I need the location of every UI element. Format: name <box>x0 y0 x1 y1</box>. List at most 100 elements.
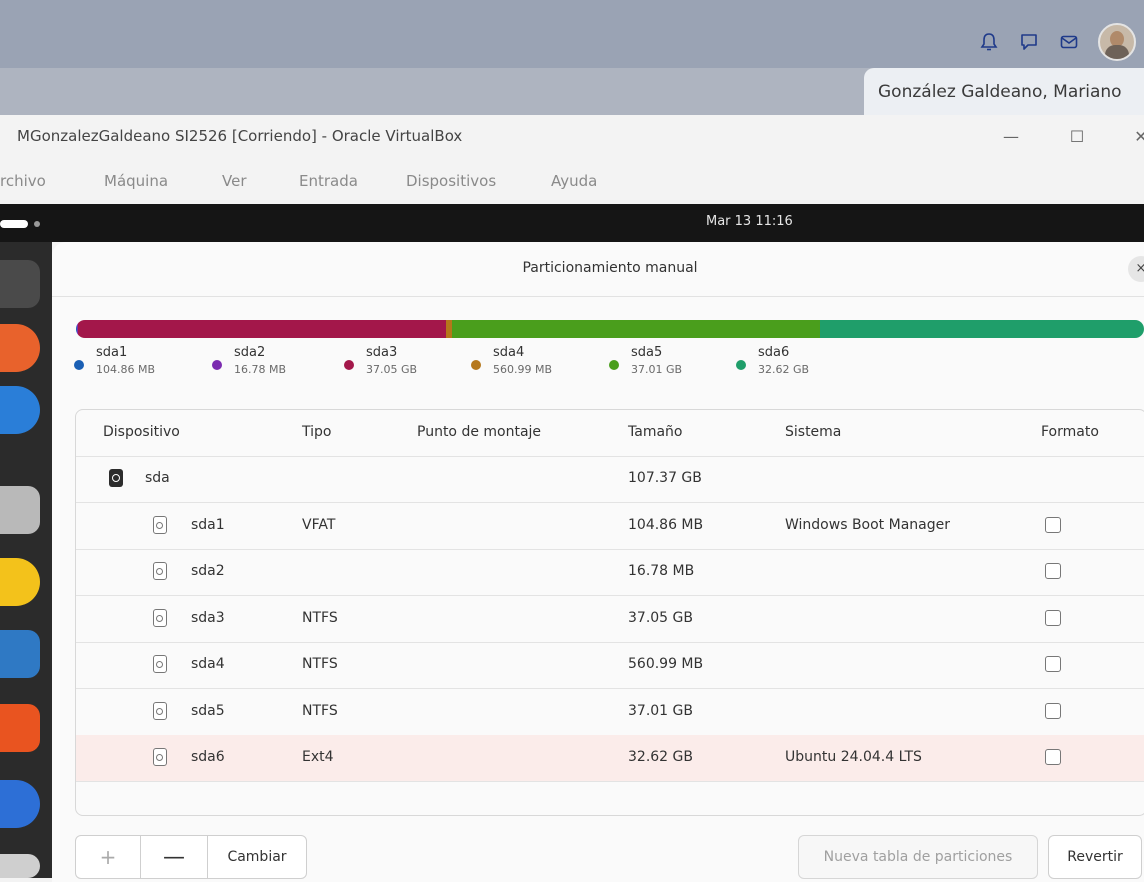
table-row[interactable]: sda4 NTFS 560.99 MB <box>76 642 1144 689</box>
legend-dot <box>74 360 84 370</box>
menu-archivo[interactable]: rchivo <box>0 172 46 190</box>
legend-name: sda5 <box>631 345 663 360</box>
vm-dock <box>0 242 52 878</box>
files-icon[interactable] <box>0 486 40 534</box>
table-row-selected[interactable]: sda6 Ext4 32.62 GB Ubuntu 24.04.4 LTS <box>76 735 1144 782</box>
col-mount[interactable]: Punto de montaje <box>417 424 541 440</box>
partition-segment-sda6 <box>819 320 1144 338</box>
legend-dot <box>471 360 481 370</box>
legend-name: sda3 <box>366 345 398 360</box>
workspace-indicator[interactable] <box>0 220 28 228</box>
host-topbar <box>0 0 1144 68</box>
table-header: Dispositivo Tipo Punto de montaje Tamaño… <box>76 410 1144 457</box>
legend-size: 104.86 MB <box>96 363 156 376</box>
format-checkbox[interactable] <box>1045 610 1061 626</box>
partition-legend: sda1 104.86 MB sda2 16.78 MB sda3 37.05 … <box>74 345 1144 385</box>
vm-clock[interactable]: Mar 13 11:16 <box>706 214 793 229</box>
row-device: sda2 <box>191 563 225 579</box>
rhythmbox-icon[interactable] <box>0 558 40 606</box>
host-notification-icons <box>978 23 1136 61</box>
partition-action-group: + — Cambiar <box>75 835 307 879</box>
legend-dot <box>736 360 746 370</box>
add-partition-button[interactable]: + <box>76 836 141 878</box>
bell-icon[interactable] <box>978 31 1000 53</box>
disk-device: sda <box>145 470 170 486</box>
format-checkbox[interactable] <box>1045 749 1061 765</box>
menu-ver[interactable]: Ver <box>222 172 247 190</box>
window-title: MGonzalezGaldeano SI2526 [Corriendo] - O… <box>17 127 463 145</box>
firefox-icon[interactable] <box>0 324 40 372</box>
mail-icon[interactable] <box>1058 31 1080 53</box>
format-checkbox[interactable] <box>1045 656 1061 672</box>
format-checkbox[interactable] <box>1045 703 1061 719</box>
row-device: sda6 <box>191 749 225 765</box>
col-device[interactable]: Dispositivo <box>103 424 180 440</box>
close-window-icon[interactable]: ✕ <box>1126 123 1144 151</box>
partition-icon <box>153 516 167 534</box>
more-apps-icon[interactable] <box>0 854 40 878</box>
disk-icon <box>109 469 123 487</box>
row-type: NTFS <box>302 703 338 719</box>
row-type: Ext4 <box>302 749 334 765</box>
col-system[interactable]: Sistema <box>785 424 841 440</box>
user-name-tab[interactable]: González Galdeano, Mariano <box>864 68 1144 115</box>
row-type: NTFS <box>302 656 338 672</box>
revert-button[interactable]: Revertir <box>1048 835 1142 879</box>
minimize-icon[interactable]: — <box>996 123 1026 151</box>
help-icon[interactable] <box>0 780 40 828</box>
workspace-dot[interactable] <box>34 221 40 227</box>
vbox-menubar: rchivo Máquina Ver Entrada Dispositivos … <box>0 160 1144 204</box>
installer-app-icon[interactable] <box>0 260 40 308</box>
manual-partitioning-dialog: Particionamiento manual × sda1 104.86 MB… <box>52 242 1144 882</box>
legend-size: 37.05 GB <box>366 363 418 376</box>
legend-name: sda4 <box>493 345 525 360</box>
legend-dot <box>212 360 222 370</box>
format-checkbox[interactable] <box>1045 563 1061 579</box>
col-size[interactable]: Tamaño <box>628 424 682 440</box>
writer-icon[interactable] <box>0 630 40 678</box>
menu-ayuda[interactable]: Ayuda <box>551 172 597 190</box>
table-row[interactable]: sda3 NTFS 37.05 GB <box>76 596 1144 643</box>
vm-topbar: Mar 13 11:16 <box>0 204 1144 242</box>
partition-icon <box>153 562 167 580</box>
legend-size: 32.62 GB <box>758 363 810 376</box>
row-system: Windows Boot Manager <box>785 517 950 533</box>
col-type[interactable]: Tipo <box>302 424 331 440</box>
remove-partition-button[interactable]: — <box>141 836 208 878</box>
partition-usage-bar <box>76 320 1144 338</box>
legend-name: sda2 <box>234 345 266 360</box>
table-row[interactable]: sda2 16.78 MB <box>76 549 1144 596</box>
close-icon[interactable]: × <box>1128 256 1144 282</box>
table-row[interactable]: sda5 NTFS 37.01 GB <box>76 689 1144 736</box>
format-checkbox[interactable] <box>1045 517 1061 533</box>
legend-size: 37.01 GB <box>631 363 683 376</box>
col-format[interactable]: Formato <box>1041 424 1099 440</box>
partition-icon <box>153 609 167 627</box>
thunderbird-icon[interactable] <box>0 386 40 434</box>
table-row[interactable]: sda1 VFAT 104.86 MB Windows Boot Manager <box>76 503 1144 550</box>
menu-dispositivos[interactable]: Dispositivos <box>406 172 496 190</box>
partition-segment-sda5 <box>451 320 820 338</box>
vbox-titlebar: MGonzalezGaldeano SI2526 [Corriendo] - O… <box>0 115 1144 160</box>
legend-size: 16.78 MB <box>234 363 287 376</box>
legend-dot <box>609 360 619 370</box>
avatar[interactable] <box>1098 23 1136 61</box>
change-partition-button[interactable]: Cambiar <box>208 836 306 878</box>
chat-icon[interactable] <box>1018 31 1040 53</box>
menu-entrada[interactable]: Entrada <box>299 172 358 190</box>
new-partition-table-button[interactable]: Nueva tabla de particiones <box>798 835 1038 879</box>
partition-icon <box>153 702 167 720</box>
menu-maquina[interactable]: Máquina <box>104 172 168 190</box>
row-size: 104.86 MB <box>628 517 704 533</box>
disk-row[interactable]: sda 107.37 GB <box>76 456 1144 503</box>
dialog-title: Particionamiento manual <box>522 260 698 276</box>
partition-icon <box>153 748 167 766</box>
legend-size: 560.99 MB <box>493 363 553 376</box>
maximize-icon[interactable]: ☐ <box>1062 123 1092 151</box>
partition-table: Dispositivo Tipo Punto de montaje Tamaño… <box>75 409 1144 816</box>
row-device: sda3 <box>191 610 225 626</box>
row-system: Ubuntu 24.04.4 LTS <box>785 749 922 765</box>
row-device: sda4 <box>191 656 225 672</box>
row-type: NTFS <box>302 610 338 626</box>
app-center-icon[interactable] <box>0 704 40 752</box>
